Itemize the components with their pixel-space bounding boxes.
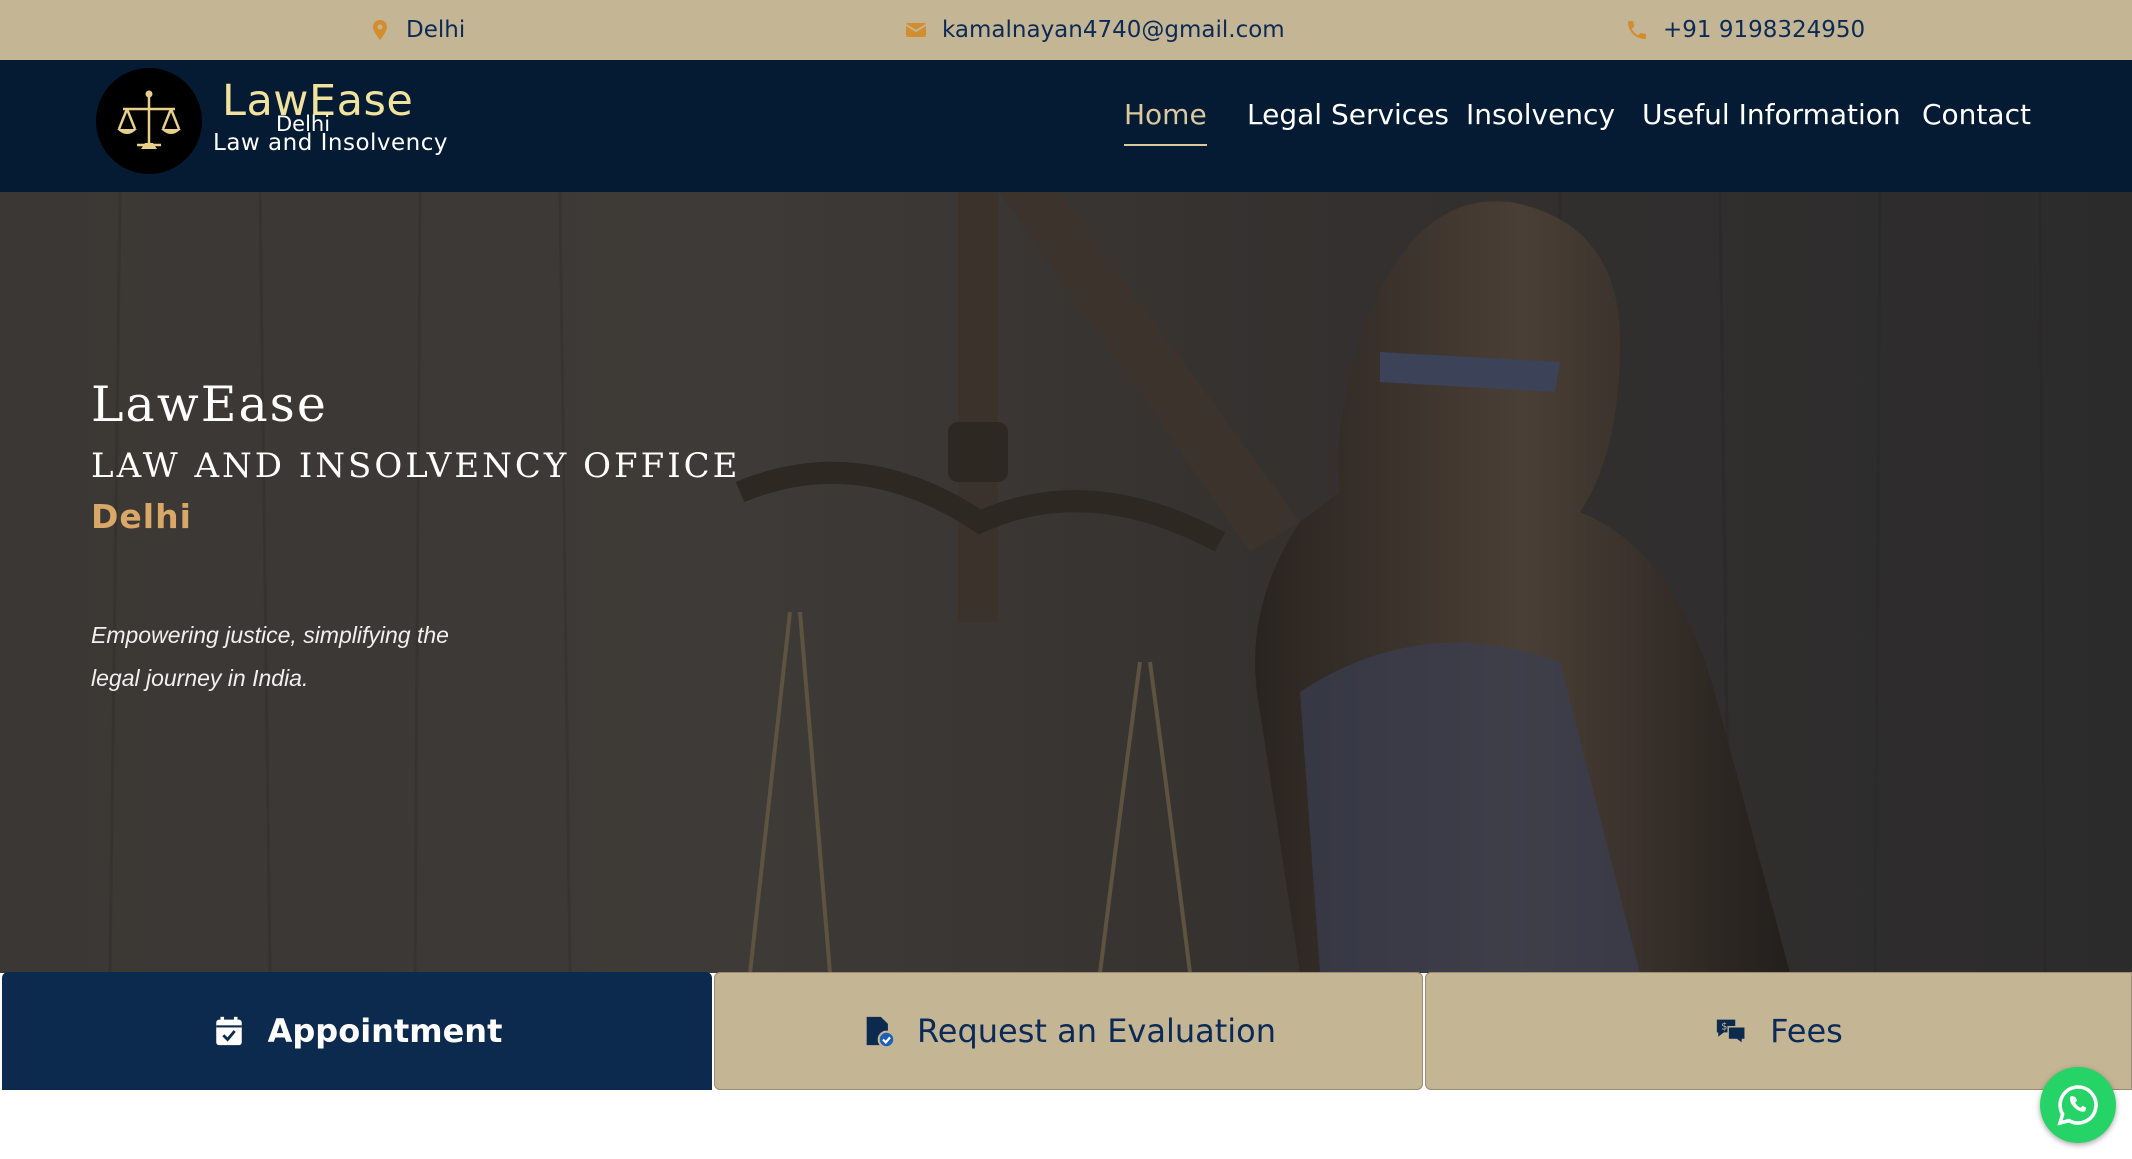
hero-office-subtitle: LAW AND INSOLVENCY OFFICE	[91, 446, 741, 486]
logo-subtitle: Law and Insolvency	[213, 130, 449, 156]
nav-home[interactable]: Home	[1124, 98, 1207, 146]
svg-text:$: $	[1721, 1022, 1727, 1033]
nav-contact[interactable]: Contact	[1922, 98, 2031, 138]
location-text: Delhi	[406, 17, 466, 43]
nav-insolvency[interactable]: Insolvency	[1466, 98, 1615, 138]
main-navbar: LawEase Delhi Law and Insolvency Home Le…	[0, 60, 2132, 192]
logo[interactable]	[96, 68, 202, 174]
fees-label: Fees	[1770, 1012, 1843, 1050]
appointment-button[interactable]: Appointment	[2, 972, 712, 1090]
evaluation-label: Request an Evaluation	[916, 1012, 1277, 1050]
calendar-check-icon	[215, 1016, 242, 1046]
top-info-bar: Delhi kamalnayan4740@gmail.com +91 91983…	[0, 0, 2132, 60]
whatsapp-button[interactable]	[2040, 1067, 2116, 1143]
file-check-icon	[866, 1016, 895, 1048]
appointment-label: Appointment	[267, 1012, 503, 1050]
email-link[interactable]: kamalnayan4740@gmail.com	[904, 0, 1285, 60]
hero-city: Delhi	[91, 497, 192, 536]
hero-tagline: Empowering justice, simplifying the lega…	[91, 622, 449, 691]
nav-legal-services[interactable]: Legal Services	[1247, 98, 1449, 138]
phone-icon	[1628, 21, 1646, 39]
hero-title: LawEase	[91, 376, 328, 433]
envelope-icon	[905, 23, 927, 37]
nav-useful-information[interactable]: Useful Information	[1642, 98, 1901, 138]
whatsapp-icon	[2057, 1085, 2098, 1126]
email-text[interactable]: kamalnayan4740@gmail.com	[942, 17, 1285, 43]
location-info: Delhi	[368, 0, 465, 60]
fees-button[interactable]: $ Fees	[1425, 972, 2132, 1090]
phone-text[interactable]: +91 9198324950	[1663, 17, 1865, 43]
hero-background-image	[108, 192, 2047, 973]
scales-of-justice-icon	[117, 90, 181, 149]
location-pin-icon	[373, 20, 387, 40]
hero-banner: LawEase LAW AND INSOLVENCY OFFICE Delhi …	[0, 192, 2132, 973]
phone-link[interactable]: +91 9198324950	[1625, 0, 1865, 60]
request-evaluation-button[interactable]: Request an Evaluation	[714, 972, 1423, 1090]
fee-chat-icon: $	[1716, 1019, 1747, 1046]
